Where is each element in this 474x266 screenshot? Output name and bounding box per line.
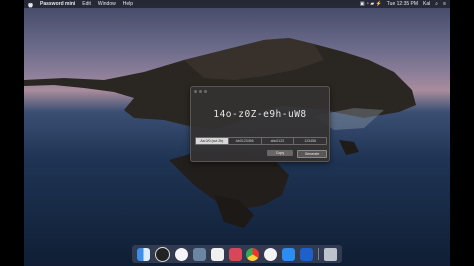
- generate-button[interactable]: Generate: [297, 150, 327, 158]
- zoom-button[interactable]: [204, 89, 207, 93]
- preview-icon[interactable]: [192, 247, 206, 261]
- trash-icon[interactable]: [323, 247, 337, 261]
- podcasts-icon[interactable]: [264, 247, 278, 261]
- format-option-2[interactable]: Ab0123456: [229, 138, 262, 144]
- music-icon[interactable]: [175, 247, 189, 261]
- menu-bar: Password mini Edit Window Help ▣ ◔ ▰ ⚡ T…: [24, 0, 450, 8]
- search-icon[interactable]: ⌕: [435, 0, 438, 8]
- chrome-icon[interactable]: [246, 247, 260, 261]
- menu-app-name[interactable]: Password mini: [40, 0, 75, 8]
- status-icons[interactable]: ▣ ◔ ▰ ⚡: [360, 0, 382, 8]
- photos-icon[interactable]: [210, 247, 224, 261]
- format-segmented-control: Aa 0/0 (cut 2b) Ab0123456 abc0123 123456: [195, 137, 327, 145]
- window-titlebar: [191, 87, 329, 95]
- minimize-button[interactable]: [199, 89, 202, 93]
- close-button[interactable]: [194, 89, 197, 93]
- password-mini-icon[interactable]: [299, 247, 313, 261]
- control-center-icon[interactable]: ≡: [443, 0, 446, 8]
- apple-icon[interactable]: [28, 2, 33, 8]
- format-option-1[interactable]: Aa 0/0 (cut 2b): [196, 138, 229, 144]
- password-mini-window: 14o-z0Z-e9h-uW8 Aa 0/0 (cut 2b) Ab012345…: [190, 86, 330, 162]
- menu-user[interactable]: Kal: [423, 0, 430, 8]
- dock-separator: [317, 248, 319, 260]
- menu-window[interactable]: Window: [98, 0, 116, 8]
- desktop: Password mini Edit Window Help ▣ ◔ ▰ ⚡ T…: [24, 0, 450, 266]
- generated-password[interactable]: 14o-z0Z-e9h-uW8: [191, 109, 329, 120]
- dock: [132, 245, 342, 263]
- menu-help[interactable]: Help: [123, 0, 133, 8]
- menu-clock[interactable]: Tue 12:35 PM: [387, 0, 418, 8]
- appstore-icon[interactable]: [282, 247, 296, 261]
- clock-icon[interactable]: [155, 246, 171, 262]
- format-option-3[interactable]: abc0123: [262, 138, 295, 144]
- copy-button[interactable]: Copy: [267, 150, 293, 156]
- menu-edit[interactable]: Edit: [82, 0, 91, 8]
- finder-icon[interactable]: [137, 247, 151, 261]
- affinity-icon[interactable]: [228, 247, 242, 261]
- format-option-4[interactable]: 123456: [294, 138, 326, 144]
